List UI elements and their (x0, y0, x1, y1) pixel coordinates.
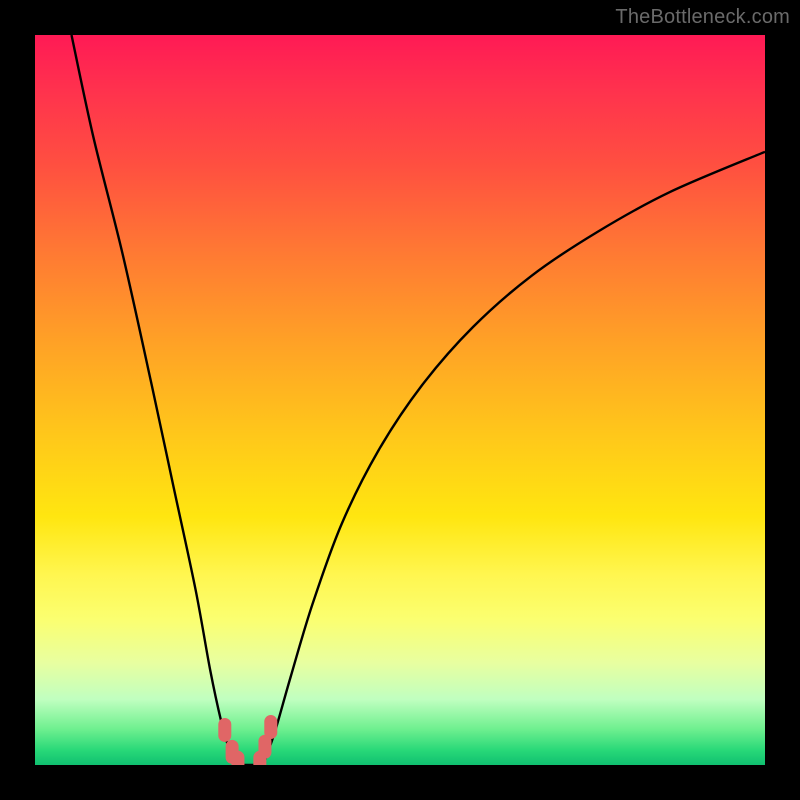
bottleneck-curve-right (263, 152, 765, 765)
curve-marker (264, 715, 277, 739)
bottleneck-curve-left (72, 35, 238, 765)
curve-marker (231, 751, 244, 765)
curve-marker (218, 718, 231, 742)
curve-overlay (35, 35, 765, 765)
plot-area (35, 35, 765, 765)
chart-frame: TheBottleneck.com (0, 0, 800, 800)
watermark-text: TheBottleneck.com (615, 6, 790, 29)
